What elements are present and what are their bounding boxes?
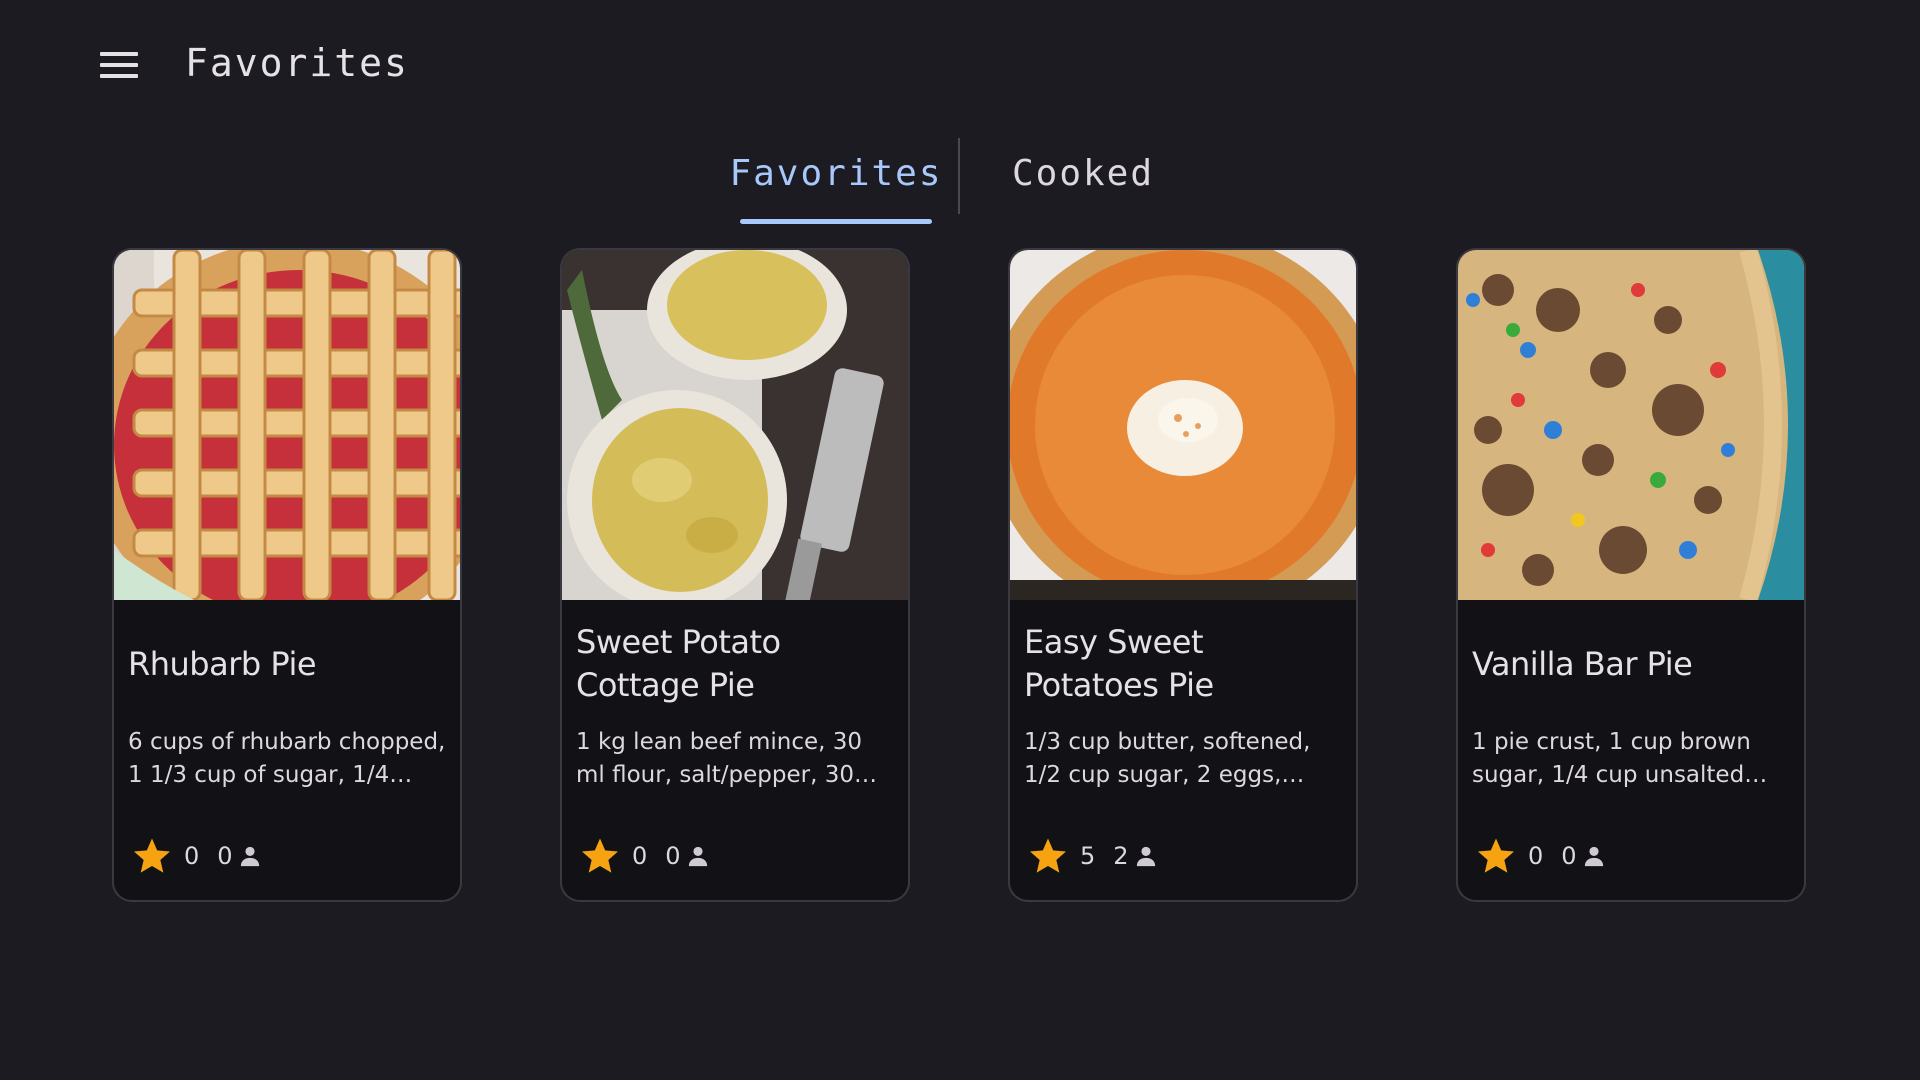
cooked-count: 0: [1561, 842, 1577, 870]
vanilla-bar-pie-photo: [1458, 250, 1804, 600]
tab-bar: Favorites Cooked: [0, 138, 1920, 226]
rhubarb-pie-image: [114, 250, 460, 600]
tab-selected-indicator: [740, 219, 932, 224]
menu-button[interactable]: [86, 32, 152, 98]
recipe-title: Sweet Potato Cottage Pie: [576, 623, 781, 704]
cooked-count: 2: [1113, 842, 1129, 870]
rating-value: 0: [184, 842, 200, 870]
person-icon: [1584, 846, 1603, 867]
tab-cooked-label: Cooked: [1011, 153, 1155, 194]
recipe-stats: 0 0: [1476, 834, 1605, 878]
recipe-card-rhubarb-pie[interactable]: Rhubarb Pie 6 cups of rhubarb chopped, 1…: [112, 248, 462, 902]
recipe-description: 1 pie crust, 1 cup brown sugar, 1/4 cup …: [1472, 729, 1751, 788]
cooked-count: 0: [217, 842, 233, 870]
recipe-stats: 0 0: [132, 834, 261, 878]
tab-cooked[interactable]: Cooked: [1000, 138, 1166, 226]
hamburger-menu-icon: [100, 52, 138, 78]
person-icon: [688, 846, 707, 867]
app-root: Favorites Favorites Cooked Rhubarb Pie 6…: [0, 0, 1920, 1080]
star-icon: [134, 838, 170, 873]
recipe-title: Rhubarb Pie: [128, 644, 317, 683]
person-icon: [240, 846, 259, 867]
tab-favorites-label: Favorites: [729, 153, 943, 194]
top-app-bar: Favorites: [0, 0, 1920, 126]
sweet-potato-cottage-pie-photo: [562, 250, 908, 600]
vanilla-bar-pie-image: [1458, 250, 1804, 600]
person-icon: [1136, 846, 1155, 867]
recipe-stats: 5 2: [1028, 834, 1157, 878]
recipe-description: 1/3 cup butter, softened, 1/2 cup sugar,…: [1024, 729, 1311, 788]
cooked-count: 0: [665, 842, 681, 870]
tab-divider: [958, 138, 960, 214]
recipe-title: Vanilla Bar Pie: [1472, 644, 1693, 683]
rating-value: 0: [632, 842, 648, 870]
star-icon: [1030, 838, 1066, 873]
rating-value: 0: [1528, 842, 1544, 870]
cottage-pie-image: [562, 250, 908, 600]
sweet-potato-pie-image: [1010, 250, 1356, 600]
recipe-title: Easy Sweet Potatoes Pie: [1024, 623, 1214, 704]
page-title: Favorites: [185, 41, 409, 85]
sweet-potato-pie-photo: [1010, 250, 1356, 600]
star-icon: [582, 838, 618, 873]
recipe-card-sweet-potato-cottage-pie[interactable]: Sweet Potato Cottage Pie 1 kg lean beef …: [560, 248, 910, 902]
rating-value: 5: [1080, 842, 1096, 870]
recipe-card-easy-sweet-potatoes-pie[interactable]: Easy Sweet Potatoes Pie 1/3 cup butter, …: [1008, 248, 1358, 902]
star-icon: [1478, 838, 1514, 873]
recipe-card-vanilla-bar-pie[interactable]: Vanilla Bar Pie 1 pie crust, 1 cup brown…: [1456, 248, 1806, 902]
rhubarb-pie-photo: [114, 250, 460, 600]
tab-favorites[interactable]: Favorites: [728, 138, 944, 226]
recipe-stats: 0 0: [580, 834, 709, 878]
recipe-description: 1 kg lean beef mince, 30 ml flour, salt/…: [576, 729, 863, 788]
recipe-description: 6 cups of rhubarb chopped, 1 1/3 cup of …: [128, 729, 446, 788]
